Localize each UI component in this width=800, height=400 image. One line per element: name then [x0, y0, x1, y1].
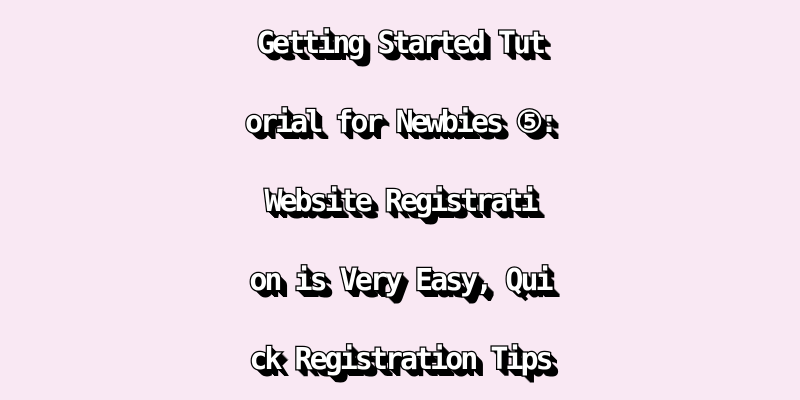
title-line-2: orial for Newbies ⑤: — [244, 104, 560, 142]
title-line-4: on is Very Easy, Qui — [248, 262, 555, 300]
title-line-3: Website Registrati — [263, 183, 540, 221]
title-line-1: Getting Started Tut — [256, 25, 548, 63]
title-line-5: ck Registration Tips — [248, 341, 555, 379]
title-banner: Getting Started Tut orial for Newbies ⑤:… — [0, 0, 800, 400]
